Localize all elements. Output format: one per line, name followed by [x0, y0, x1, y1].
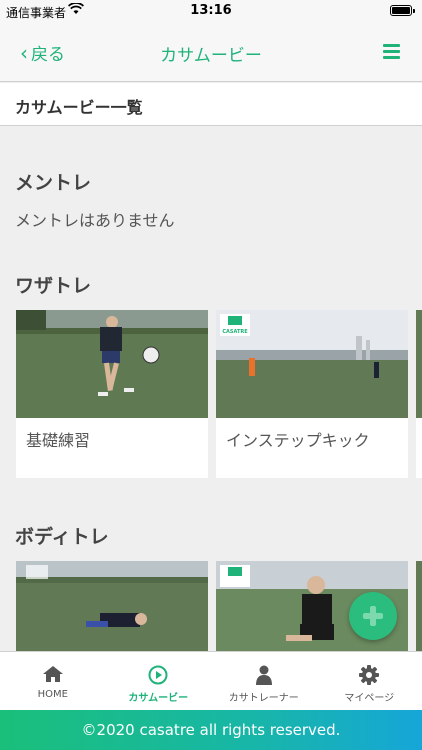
video-card-label: インステップキック [226, 431, 370, 450]
video-thumbnail: CASATRE [216, 310, 408, 418]
add-plus-fab-button[interactable] [349, 592, 397, 640]
tab-label: カサムービー [128, 693, 189, 704]
video-card-partial[interactable] [416, 561, 422, 651]
tab-casamovie[interactable]: カサムービー [106, 652, 212, 710]
tab-home[interactable]: HOME [0, 652, 106, 710]
video-card-partial[interactable] [416, 310, 422, 478]
video-thumbnail [16, 310, 208, 418]
gear-icon [359, 665, 380, 685]
navigation-bar: ‹ 戻る カサムービー [0, 24, 422, 82]
clock-time: 13:16 [190, 3, 232, 18]
video-card[interactable]: 基礎練習 [16, 310, 208, 478]
person-icon [255, 665, 272, 685]
hamburger-menu-icon[interactable] [383, 44, 400, 59]
video-thumbnail [416, 561, 422, 651]
play-circle-icon [148, 665, 168, 685]
section-title-bodytore: ボディトレ [15, 526, 109, 548]
home-icon [42, 666, 63, 682]
section-title-mentore: メントレ [15, 172, 92, 194]
video-card[interactable]: CASATRE インステップキック [216, 310, 408, 478]
card-row-wazatore: 基礎練習 CASATRE インステップキック [16, 310, 422, 480]
status-bar: 通信事業者 13:16 [0, 0, 422, 24]
video-thumbnail [416, 310, 422, 418]
tab-label: カサトレーナー [228, 693, 299, 704]
video-card-label: 基礎練習 [26, 431, 91, 450]
empty-message: メントレはありません [15, 211, 175, 230]
section-title-wazatore: ワザトレ [15, 275, 92, 297]
tab-mypage[interactable]: マイページ [317, 652, 422, 710]
footer-copyright: ©2020 casatre all rights reserved. [0, 710, 422, 750]
bottom-tab-bar: HOME カサムービー カサトレーナー マイページ [0, 651, 422, 710]
tab-label: マイページ [344, 693, 395, 704]
battery-icon [390, 5, 415, 16]
tab-casatrainer[interactable]: カサトレーナー [211, 652, 317, 710]
thumbnail-badge: CASATRE [222, 329, 248, 335]
video-card[interactable] [16, 561, 208, 651]
page-title: カサムービー [160, 46, 262, 66]
list-header: カサムービー一覧 [0, 83, 422, 126]
tab-label: HOME [37, 689, 68, 700]
video-thumbnail [16, 561, 208, 651]
